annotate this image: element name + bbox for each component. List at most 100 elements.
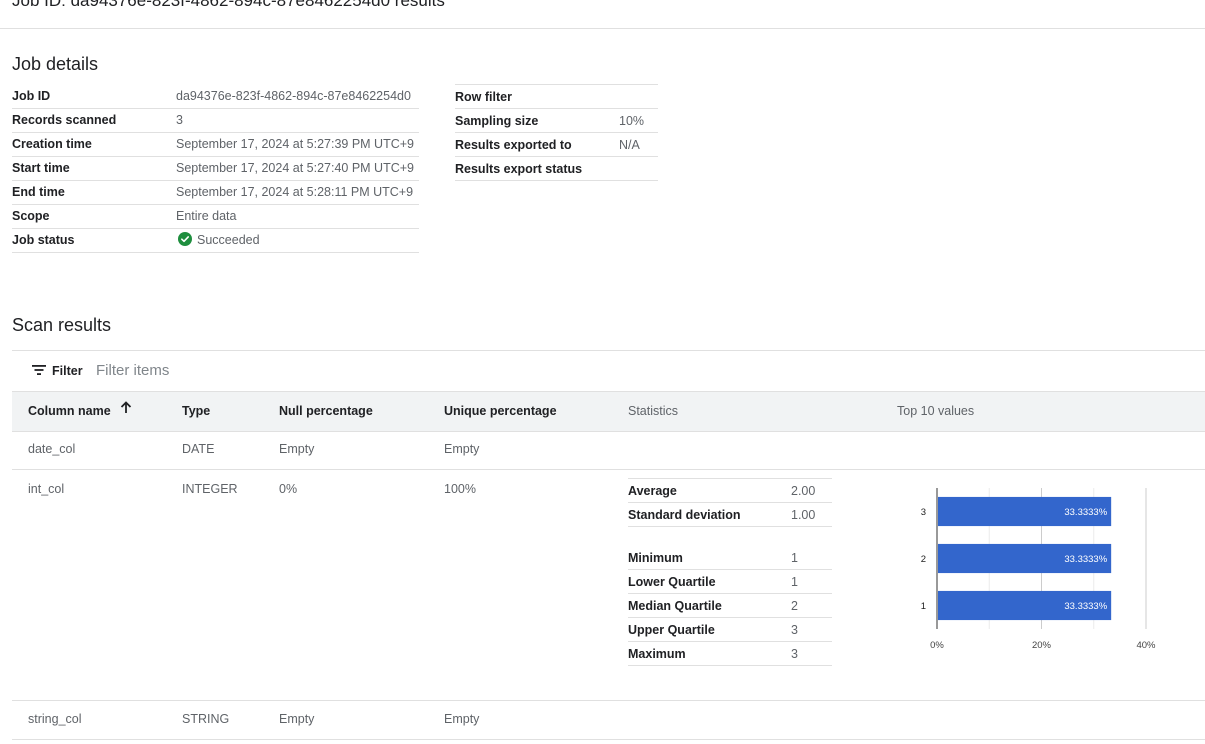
filter-label: Filter bbox=[52, 364, 83, 378]
stat-label: Median Quartile bbox=[628, 593, 791, 618]
cell-null-percentage: Empty bbox=[279, 442, 315, 456]
cell-column-name: string_col bbox=[28, 712, 82, 726]
detail-row-row-filter: Row filter bbox=[455, 84, 658, 109]
detail-row-sampling-size: Sampling size 10% bbox=[455, 108, 658, 133]
check-circle-icon bbox=[178, 231, 192, 249]
stat-value: 3 bbox=[791, 617, 832, 642]
x-tick-label: 40% bbox=[1136, 640, 1156, 651]
detail-value: Entire data bbox=[176, 204, 419, 229]
job-details-table: Job ID da94376e-823f-4862-894c-87e846225… bbox=[12, 84, 419, 253]
detail-value: N/A bbox=[619, 132, 658, 157]
detail-value: 10% bbox=[619, 108, 658, 133]
stat-label: Lower Quartile bbox=[628, 569, 791, 594]
stat-value: 1 bbox=[791, 569, 832, 594]
stat-label: Minimum bbox=[628, 546, 791, 570]
cell-unique-percentage: 100% bbox=[444, 482, 476, 496]
detail-label: Job ID bbox=[12, 84, 176, 109]
column-header-statistics: Statistics bbox=[628, 404, 679, 418]
cell-column-name: int_col bbox=[28, 482, 65, 496]
stat-value: 1.00 bbox=[791, 502, 832, 527]
stat-label: Maximum bbox=[628, 641, 791, 666]
filter-input[interactable] bbox=[96, 359, 496, 381]
detail-label: Start time bbox=[12, 156, 176, 181]
filter-bar: Filter bbox=[12, 351, 1205, 391]
detail-label: Scope bbox=[12, 204, 176, 229]
stat-row: Standard deviation 1.00 bbox=[628, 502, 832, 527]
detail-row-job-status: Job status Succeeded bbox=[12, 228, 419, 253]
job-status-text: Succeeded bbox=[197, 232, 260, 247]
stat-row: Upper Quartile 3 bbox=[628, 617, 832, 642]
x-tick-label: 20% bbox=[1032, 640, 1052, 651]
cell-type: STRING bbox=[182, 712, 230, 726]
detail-row-end-time: End time September 17, 2024 at 5:28:11 P… bbox=[12, 180, 419, 205]
stat-row: Average 2.00 bbox=[628, 478, 832, 503]
detail-label: Job status bbox=[12, 228, 176, 253]
detail-row-start-time: Start time September 17, 2024 at 5:27:40… bbox=[12, 156, 419, 181]
stat-value: 2 bbox=[791, 593, 832, 618]
detail-label: Sampling size bbox=[455, 108, 619, 133]
stat-label: Average bbox=[628, 478, 791, 503]
job-details-table-secondary: Row filter Sampling size 10% Results exp… bbox=[455, 84, 658, 181]
detail-row-records-scanned: Records scanned 3 bbox=[12, 108, 419, 133]
stat-label: Upper Quartile bbox=[628, 617, 791, 642]
category-tick-label: 2 bbox=[921, 554, 926, 565]
stat-label: Standard deviation bbox=[628, 502, 791, 527]
stat-value: 1 bbox=[791, 546, 832, 570]
detail-value: September 17, 2024 at 5:27:40 PM UTC+9 bbox=[176, 156, 419, 181]
stat-row: Median Quartile 2 bbox=[628, 593, 832, 618]
arrow-upward-icon[interactable] bbox=[120, 391, 132, 430]
detail-label: Results exported to bbox=[455, 132, 619, 157]
column-header-null-percentage[interactable]: Null percentage bbox=[279, 392, 373, 431]
cell-type: INTEGER bbox=[182, 482, 238, 496]
stat-value: 3 bbox=[791, 641, 832, 666]
detail-value: September 17, 2024 at 5:28:11 PM UTC+9 bbox=[176, 180, 419, 205]
category-tick-label: 3 bbox=[921, 507, 926, 518]
results-table-header: Column name Type Null percentage Unique … bbox=[12, 391, 1205, 432]
bar-data-label: 33.3333% bbox=[1064, 554, 1107, 565]
top-values-chart: 33.3333% 3 33.3333% 2 33.3333% 1 0% 20% 40% bbox=[921, 488, 1156, 651]
column-header-name[interactable]: Column name bbox=[28, 392, 132, 431]
title-divider bbox=[0, 28, 1205, 29]
category-tick-label: 1 bbox=[921, 601, 926, 612]
detail-value: September 17, 2024 at 5:27:39 PM UTC+9 bbox=[176, 132, 419, 157]
stat-row: Lower Quartile 1 bbox=[628, 569, 832, 594]
table-row: date_col DATE Empty Empty bbox=[12, 431, 1205, 470]
statistics-quartiles-table: Minimum 1 Lower Quartile 1 Median Quarti… bbox=[628, 546, 832, 666]
statistics-summary-table: Average 2.00 Standard deviation 1.00 bbox=[628, 478, 832, 527]
cell-column-name: date_col bbox=[28, 442, 76, 456]
page-title: Job ID: da94376e-823f-4862-894c-87e84622… bbox=[12, 0, 445, 10]
cell-unique-percentage: Empty bbox=[444, 442, 480, 456]
detail-label: Row filter bbox=[455, 84, 619, 109]
detail-label: Records scanned bbox=[12, 108, 176, 133]
column-header-type[interactable]: Type bbox=[182, 392, 210, 431]
x-tick-label: 0% bbox=[930, 640, 944, 651]
detail-label: Results export status bbox=[455, 156, 619, 181]
stat-value: 2.00 bbox=[791, 478, 832, 503]
detail-row-results-export-status: Results export status bbox=[455, 156, 658, 181]
filter-list-icon bbox=[32, 364, 46, 379]
detail-label: End time bbox=[12, 180, 176, 205]
column-header-name-label: Column name bbox=[28, 404, 111, 418]
detail-row-creation-time: Creation time September 17, 2024 at 5:27… bbox=[12, 132, 419, 157]
job-details-title: Job details bbox=[12, 54, 99, 74]
cell-type: DATE bbox=[182, 442, 215, 456]
detail-label: Creation time bbox=[12, 132, 176, 157]
scan-results-title: Scan results bbox=[12, 315, 112, 335]
detail-value: da94376e-823f-4862-894c-87e8462254d0 bbox=[176, 84, 419, 109]
stat-row: Minimum 1 bbox=[628, 546, 832, 570]
detail-value bbox=[619, 156, 658, 181]
stat-row: Maximum 3 bbox=[628, 641, 832, 666]
cell-null-percentage: 0% bbox=[279, 482, 298, 496]
table-row: string_col STRING Empty Empty bbox=[12, 701, 1205, 740]
cell-unique-percentage: Empty bbox=[444, 712, 480, 726]
bar-data-label: 33.3333% bbox=[1064, 601, 1107, 612]
detail-row-scope: Scope Entire data bbox=[12, 204, 419, 229]
detail-row-job-id: Job ID da94376e-823f-4862-894c-87e846225… bbox=[12, 84, 419, 109]
column-header-top-values: Top 10 values bbox=[897, 404, 975, 418]
detail-value: Succeeded bbox=[176, 228, 419, 253]
detail-value bbox=[619, 84, 658, 109]
detail-value: 3 bbox=[176, 108, 419, 133]
column-header-unique-percentage[interactable]: Unique percentage bbox=[444, 392, 557, 431]
filter-button[interactable]: Filter bbox=[32, 363, 83, 379]
bar-data-label: 33.3333% bbox=[1064, 507, 1107, 518]
